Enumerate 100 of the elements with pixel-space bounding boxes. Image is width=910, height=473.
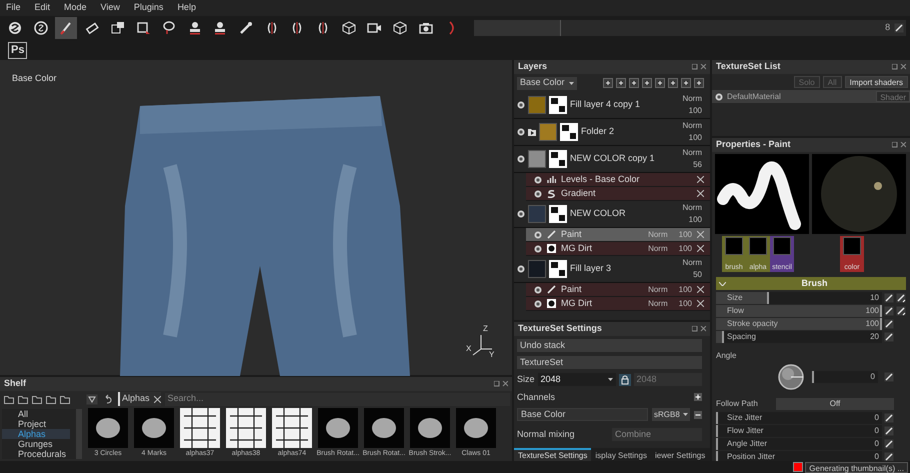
pen-icon[interactable]	[884, 332, 894, 342]
add-icon[interactable]	[654, 78, 665, 88]
format-dropdown[interactable]: sRGB8	[652, 408, 690, 421]
alpha-thumbnail[interactable]	[364, 408, 404, 448]
alpha-thumbnail[interactable]	[180, 408, 220, 448]
brush-size-slider[interactable]: 8	[474, 20, 906, 36]
visibility-icon[interactable]	[715, 92, 723, 100]
filter-icon[interactable]	[86, 394, 98, 404]
menu-item[interactable]: View	[100, 1, 120, 15]
alpha-thumbnail[interactable]	[226, 408, 266, 448]
pen-icon[interactable]	[884, 306, 894, 316]
photoshop-button[interactable]: Ps	[8, 42, 28, 58]
opacity-value: 100	[688, 105, 702, 117]
menu-item[interactable]: Edit	[34, 1, 50, 15]
field-label: Channels	[517, 390, 556, 404]
panel-controls-icon[interactable]	[692, 64, 706, 70]
section-header[interactable]: Undo stack	[517, 339, 702, 352]
search-field[interactable]: Search...	[164, 392, 510, 406]
toggle-button[interactable]: Off	[776, 398, 894, 410]
param-slider[interactable]: Flow 100	[716, 305, 882, 317]
panel-tab[interactable]: TextureSet Settings	[514, 448, 592, 461]
add-icon[interactable]	[680, 78, 691, 88]
viewport[interactable]: Base Color Z X Y	[0, 60, 512, 374]
visibility-icon[interactable]	[517, 155, 525, 163]
menu-item[interactable]: Plugins	[134, 1, 164, 15]
brush-icon[interactable]	[55, 17, 78, 39]
pressure-icon[interactable]	[896, 306, 906, 316]
panel-controls-icon[interactable]	[892, 64, 906, 70]
lock-icon[interactable]	[618, 374, 631, 386]
visibility-icon[interactable]	[517, 265, 525, 273]
effect-row[interactable]: Gradient	[526, 187, 710, 201]
param-slider[interactable]: Stroke opacity 100	[716, 318, 882, 330]
panel-tab[interactable]: isplay Settings	[591, 448, 651, 461]
toolbar-button[interactable]: Import shaders	[844, 76, 908, 88]
pen-icon[interactable]	[884, 413, 894, 423]
channel-name-field[interactable]: Base Color	[517, 408, 648, 421]
remove-icon[interactable]	[694, 410, 702, 418]
brush-icon	[547, 230, 556, 239]
pen-icon[interactable]	[894, 23, 904, 33]
channel-dropdown[interactable]: Base Color	[517, 76, 577, 90]
close-icon[interactable]	[697, 190, 704, 197]
category-item[interactable]: Procedurals	[2, 448, 70, 458]
section-header[interactable]: TextureSet	[517, 356, 702, 369]
add-icon[interactable]	[642, 78, 652, 88]
angle-field[interactable]: 0	[812, 371, 878, 383]
normal-mixing-dropdown[interactable]: Combine	[612, 428, 702, 442]
close-icon[interactable]	[697, 300, 704, 307]
pen-icon[interactable]	[884, 452, 894, 461]
material-row[interactable]: DefaultMaterial Shader	[712, 90, 910, 103]
effect-row[interactable]: MG Dirt Norm 100	[526, 242, 710, 256]
param-value: 0	[874, 438, 879, 450]
add-icon[interactable]	[602, 78, 613, 88]
add-icon[interactable]	[668, 78, 678, 88]
pen-icon[interactable]	[884, 426, 894, 436]
param-slider[interactable]: Position Jitter 0	[716, 451, 882, 461]
alpha-thumbnail[interactable]	[272, 408, 312, 448]
close-icon[interactable]	[697, 245, 704, 252]
size-dropdown[interactable]: 2048	[538, 373, 616, 386]
visibility-icon[interactable]	[517, 128, 525, 136]
pressure-icon[interactable]	[896, 293, 906, 303]
param-slider[interactable]: Size 10	[716, 292, 882, 304]
category-item[interactable]: All	[2, 408, 70, 418]
close-icon[interactable]	[154, 396, 161, 402]
alpha-thumbnail[interactable]	[88, 408, 128, 448]
param-slider[interactable]: Angle Jitter 0	[716, 438, 882, 450]
category-item[interactable]: Project	[2, 418, 70, 428]
pen-icon[interactable]	[884, 439, 894, 449]
close-icon[interactable]	[697, 231, 704, 238]
menu-item[interactable]: Mode	[64, 1, 87, 15]
angle-dial[interactable]	[776, 362, 806, 392]
add-icon[interactable]	[628, 78, 639, 88]
add-icon[interactable]	[616, 78, 626, 88]
alpha-thumbnail[interactable]	[134, 408, 174, 448]
effect-row[interactable]: MG Dirt Norm 100	[526, 297, 710, 311]
param-slider[interactable]: Flow Jitter 0	[716, 425, 882, 437]
pen-icon[interactable]	[884, 293, 894, 303]
alpha-thumbnail[interactable]	[318, 408, 358, 448]
effect-row[interactable]: Paint Norm 100	[526, 283, 710, 297]
param-slider[interactable]: Spacing 20	[716, 331, 882, 343]
effect-row[interactable]: Levels - Base Color	[526, 173, 710, 187]
panel-controls-icon[interactable]	[892, 142, 906, 148]
close-icon[interactable]	[697, 176, 704, 183]
alpha-thumbnail[interactable]	[456, 408, 496, 448]
category-item[interactable]: Grunges	[2, 438, 70, 448]
effect-row[interactable]: Paint Norm 100	[526, 228, 710, 242]
visibility-icon[interactable]	[517, 101, 525, 109]
category-item[interactable]: Alphas	[2, 428, 70, 438]
visibility-icon[interactable]	[517, 210, 525, 218]
section-header[interactable]: Brush	[716, 277, 906, 290]
panel-controls-icon[interactable]	[494, 380, 508, 386]
menu-item[interactable]: File	[6, 1, 21, 15]
pen-icon[interactable]	[884, 319, 894, 329]
param-slider[interactable]: Size Jitter 0	[716, 412, 882, 424]
panel-controls-icon[interactable]	[692, 326, 706, 332]
menu-item[interactable]: Help	[177, 1, 196, 15]
close-icon[interactable]	[697, 286, 704, 293]
pen-icon[interactable]	[884, 372, 894, 382]
alpha-thumbnail[interactable]	[410, 408, 450, 448]
panel-tab[interactable]: iewer Settings	[650, 448, 710, 461]
add-icon[interactable]	[694, 78, 704, 88]
